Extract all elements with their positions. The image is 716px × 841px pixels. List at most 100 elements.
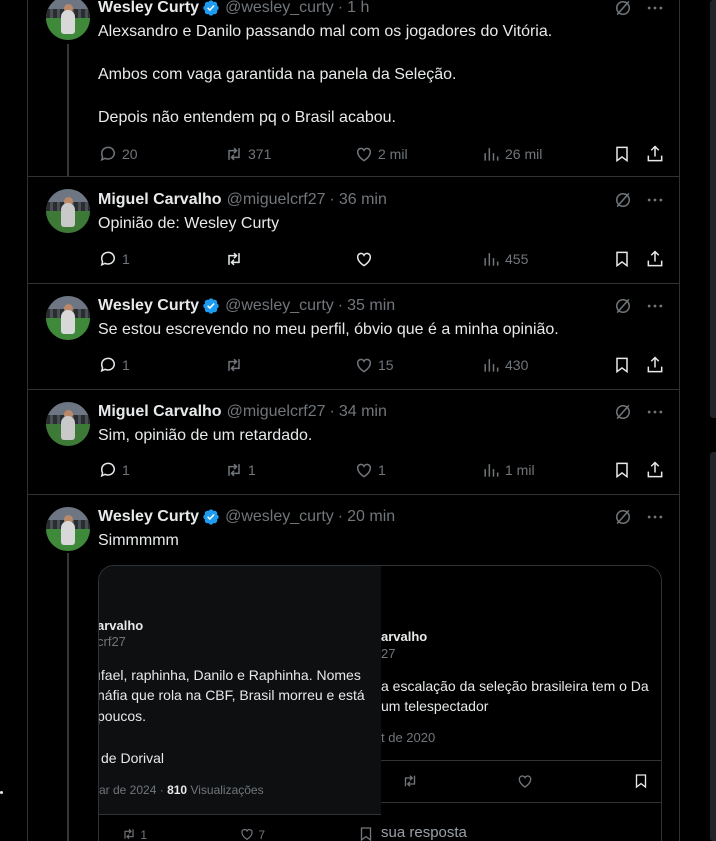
author-name[interactable]: Wesley Curty [98, 508, 199, 526]
timestamp[interactable]: 35 min [347, 297, 395, 315]
views-button[interactable]: 26 mil [481, 144, 542, 164]
screenshot-left-panel: arvalho crf27 ıfael, raphinha, Danilo e … [99, 566, 381, 814]
views-count: 430 [505, 357, 529, 373]
thread-line [67, 553, 69, 841]
like-button[interactable]: 1 [354, 460, 386, 480]
author-name[interactable]: Wesley Curty [98, 0, 199, 17]
screenshot-text-line: a escalação da seleção brasileira tem o … [381, 678, 649, 694]
author-handle[interactable]: @wesley_curty [225, 508, 334, 526]
more-options-icon[interactable] [645, 0, 665, 18]
grok-icon[interactable] [613, 296, 633, 316]
reply-button[interactable]: 1 [98, 460, 130, 480]
tweet-2[interactable]: Miguel Carvalho @miguelcrf27 · 36 min Op… [28, 177, 679, 284]
avatar[interactable] [46, 296, 90, 340]
reply-button[interactable]: 1 [98, 249, 130, 269]
timestamp[interactable]: 20 min [347, 508, 395, 526]
author-handle[interactable]: @wesley_curty [225, 0, 334, 17]
action-bar: 1 1 1 1 mil [98, 460, 665, 480]
avatar[interactable] [46, 189, 90, 233]
like-count: 1 [378, 462, 386, 478]
repost-button[interactable] [224, 355, 248, 375]
grok-icon[interactable] [613, 402, 633, 422]
like-button[interactable] [354, 249, 378, 269]
timestamp[interactable]: 34 min [339, 403, 387, 421]
views-count: 455 [505, 251, 529, 267]
screenshot-repost-stat: 1 [121, 826, 147, 841]
reply-icon [100, 146, 115, 162]
screenshot-author-handle: 27 [381, 646, 396, 661]
bookmark-button[interactable] [612, 144, 632, 164]
repost-button[interactable]: 371 [224, 144, 271, 164]
timeline-column: Wesley Curty @wesley_curty · 1 h Alexsan… [27, 0, 680, 841]
more-options-icon[interactable] [645, 402, 665, 422]
timestamp[interactable]: 1 h [347, 0, 369, 17]
screenshot-author-name: arvalho [98, 618, 144, 633]
author-name[interactable]: Wesley Curty [98, 297, 199, 315]
author-name[interactable]: Miguel Carvalho [98, 191, 222, 209]
tweet-4[interactable]: Miguel Carvalho @miguelcrf27 · 34 min Si… [28, 390, 679, 495]
action-bar: 1 15 430 [98, 355, 665, 375]
share-button[interactable] [645, 144, 665, 164]
reply-button[interactable]: 20 [98, 144, 138, 164]
avatar[interactable] [46, 402, 90, 446]
verified-badge-icon [203, 0, 219, 16]
more-options-icon[interactable] [645, 190, 665, 210]
grok-icon[interactable] [613, 507, 633, 527]
share-button[interactable] [645, 355, 665, 375]
repost-icon [228, 252, 240, 266]
bookmark-icon [616, 357, 628, 374]
views-button[interactable]: 455 [481, 249, 528, 269]
views-icon [484, 148, 499, 161]
heart-icon [356, 252, 372, 267]
attached-image[interactable]: arvalho 27 a escalação da seleção brasil… [98, 565, 662, 841]
grok-icon[interactable] [613, 190, 633, 210]
repost-icon [228, 147, 240, 161]
bookmark-icon [616, 462, 628, 479]
screenshot-author-handle: crf27 [98, 634, 126, 649]
bookmark-button[interactable] [612, 460, 632, 480]
heart-icon [356, 463, 372, 478]
scrollbar-top[interactable] [710, 0, 716, 418]
like-count: 15 [378, 357, 394, 373]
avatar[interactable] [46, 507, 90, 551]
share-button[interactable] [645, 249, 665, 269]
bookmark-icon [616, 146, 628, 163]
screenshot-text-line: náfia que rola na CBF, Brasil morreu e e… [98, 687, 365, 703]
share-icon [647, 250, 663, 267]
bookmark-button[interactable] [612, 355, 632, 375]
author-handle[interactable]: @miguelcrf27 [227, 191, 326, 209]
heart-icon [356, 358, 372, 373]
action-bar: 20 371 2 mil 26 mil [98, 144, 665, 164]
timestamp[interactable]: 36 min [339, 191, 387, 209]
verified-badge-icon [203, 509, 219, 525]
reply-icon [100, 357, 115, 373]
share-button[interactable] [645, 460, 665, 480]
tweet-3[interactable]: Wesley Curty @wesley_curty · 35 min Se e… [28, 284, 679, 390]
tweet-1[interactable]: Wesley Curty @wesley_curty · 1 h Alexsan… [28, 0, 679, 177]
grok-icon[interactable] [613, 0, 633, 18]
screenshot-text-line: um telespectador [381, 698, 489, 714]
reply-count: 1 [122, 251, 130, 267]
more-options-icon[interactable] [645, 296, 665, 316]
views-button[interactable]: 430 [481, 355, 528, 375]
screenshot-repost-icon [404, 775, 416, 787]
screenshot-right-panel: arvalho 27 a escalação da seleção brasil… [381, 566, 661, 841]
like-button[interactable]: 15 [354, 355, 394, 375]
like-button[interactable]: 2 mil [354, 144, 408, 164]
repost-button[interactable] [224, 249, 248, 269]
tweet-text: Se estou escrevendo no meu perfil, óbvio… [98, 321, 559, 338]
views-icon [484, 464, 499, 477]
tweet-text: Opinião de: Wesley Curty [98, 215, 280, 232]
author-handle[interactable]: @wesley_curty [225, 297, 334, 315]
reply-icon [100, 251, 115, 267]
author-handle[interactable]: @miguelcrf27 [227, 403, 326, 421]
tweet-text: Simmmmm [98, 532, 179, 549]
author-name[interactable]: Miguel Carvalho [98, 403, 222, 421]
scrollbar-bottom[interactable] [710, 452, 716, 841]
more-options-icon[interactable] [645, 507, 665, 527]
reply-button[interactable]: 1 [98, 355, 130, 375]
views-button[interactable]: 1 mil [481, 460, 535, 480]
bookmark-button[interactable] [612, 249, 632, 269]
avatar[interactable] [46, 0, 90, 40]
repost-button[interactable]: 1 [224, 460, 256, 480]
